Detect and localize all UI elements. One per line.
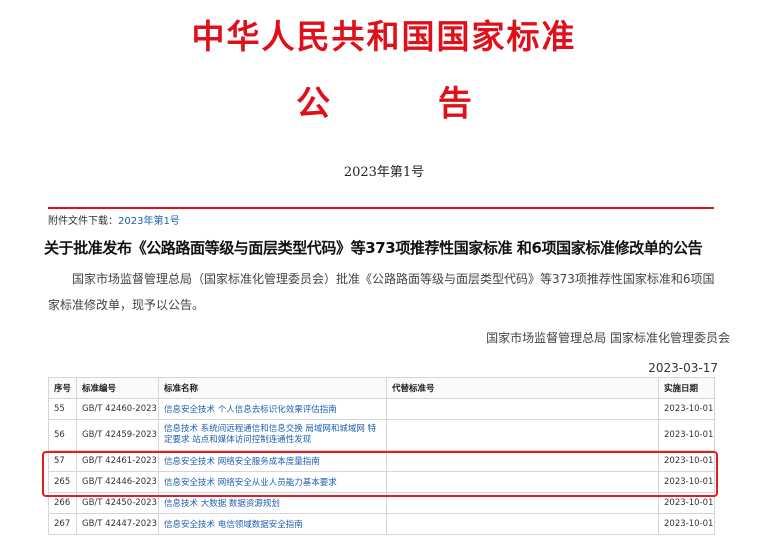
announcement-heading: 公 告 — [296, 84, 520, 124]
issue-number: 2023年第1号 — [343, 165, 425, 180]
header-date: 实施日期 — [658, 377, 715, 399]
cell-code: GB/T 42459-2023 — [76, 419, 159, 451]
header-name: 标准名称 — [158, 377, 387, 399]
table-row: 55 GB/T 42460-2023 信息安全技术 个人信息去标识化效果评估指南… — [48, 398, 715, 420]
cell-replace — [386, 513, 659, 535]
highlight-annotation-box — [42, 451, 718, 497]
notice-body: 国家市场监督管理总局（国家标准化管理委员会）批准《公路路面等级与面层类型代码》等… — [48, 272, 715, 312]
cell-no: 55 — [48, 398, 77, 420]
attachment-line: 附件文件下载：2023年第1号 — [48, 212, 180, 227]
cell-code: GB/T 42447-2023 — [76, 513, 159, 535]
cell-replace — [386, 419, 659, 451]
cell-no: 56 — [48, 419, 77, 451]
cell-date: 2023-10-01 — [658, 398, 715, 420]
cell-name-text: 信息技术 系统间远程通信和信息交换 局域网和城域网 特定要求 站点和媒体访问控制… — [164, 424, 377, 445]
attachment-label: 附件文件下载： — [48, 216, 118, 227]
table-row: 56 GB/T 42459-2023 信息技术 系统间远程通信和信息交换 局域网… — [48, 419, 715, 451]
notice-signer: 国家市场监督管理总局 国家标准化管理委员会 — [486, 331, 730, 345]
cell-date: 2023-10-01 — [658, 419, 715, 451]
attachment-link[interactable]: 2023年第1号 — [118, 216, 180, 227]
header-code: 标准编号 — [76, 377, 159, 399]
table-row: 267 GB/T 42447-2023 信息安全技术 电信领域数据安全指南 20… — [48, 513, 715, 535]
notice-date: 2023-03-17 — [648, 361, 718, 375]
cell-name-link[interactable]: 信息安全技术 电信领域数据安全指南 — [158, 513, 387, 535]
red-divider — [48, 207, 714, 209]
standard-title: 中华人民共和国国家标准 — [191, 17, 577, 56]
table-header-row: 序号 标准编号 标准名称 代替标准号 实施日期 — [48, 377, 715, 399]
cell-date: 2023-10-01 — [658, 513, 715, 535]
cell-code: GB/T 42460-2023 — [76, 398, 159, 420]
header-no: 序号 — [48, 377, 77, 399]
cell-replace — [386, 398, 659, 420]
header-replace: 代替标准号 — [386, 377, 659, 399]
cell-name-link[interactable]: 信息技术 系统间远程通信和信息交换 局域网和城域网 特定要求 站点和媒体访问控制… — [158, 419, 387, 451]
notice-title: 关于批准发布《公路路面等级与面层类型代码》等373项推荐性国家标准 和6项国家标… — [44, 239, 703, 257]
cell-name-link[interactable]: 信息安全技术 个人信息去标识化效果评估指南 — [158, 398, 387, 420]
cell-no: 267 — [48, 513, 77, 535]
